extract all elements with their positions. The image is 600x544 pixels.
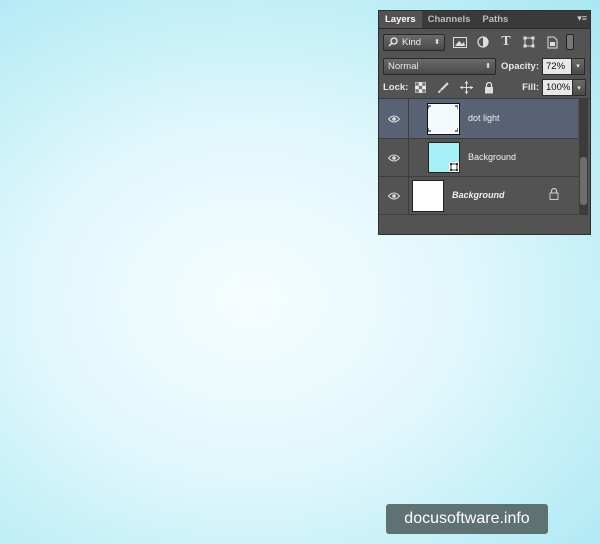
lock-transparent-pixels-icon[interactable] — [413, 81, 427, 95]
opacity-input[interactable]: 72% — [542, 57, 573, 75]
lock-image-pixels-icon[interactable] — [436, 81, 450, 95]
opacity-slider-button[interactable]: ▾ — [572, 57, 586, 75]
filter-row: Kind ⬍ T — [379, 29, 590, 55]
search-icon — [388, 37, 398, 47]
visibility-toggle[interactable] — [379, 139, 409, 176]
lock-row: Lock: Fill: 100% ▾ — [379, 77, 590, 99]
smart-object-badge-icon — [449, 162, 459, 172]
visibility-toggle[interactable] — [379, 99, 409, 138]
watermark: docusoftware.info — [386, 504, 548, 534]
blend-row: Normal ⬍ Opacity: 72% ▾ — [379, 55, 590, 77]
updown-arrow-icon: ⬍ — [485, 63, 491, 70]
layer-name: Background — [468, 152, 517, 162]
opacity-label: Opacity: — [501, 60, 540, 72]
type-filter-icon[interactable]: T — [498, 34, 514, 50]
lock-label: Lock: — [383, 82, 409, 93]
layers-scrollbar[interactable] — [579, 99, 588, 215]
fill-input[interactable]: 100% — [542, 79, 573, 96]
lock-position-icon[interactable] — [459, 81, 473, 95]
updown-arrow-icon: ⬍ — [434, 39, 440, 46]
layer-row[interactable]: Background — [379, 139, 578, 177]
lock-all-icon[interactable] — [482, 81, 496, 95]
fill-label: Fill: — [522, 82, 539, 93]
tab-layers[interactable]: Layers — [379, 11, 422, 28]
panel-menu-icon[interactable]: ▾≡ — [577, 13, 587, 24]
blend-mode-value: Normal — [388, 60, 419, 72]
blend-mode-select[interactable]: Normal ⬍ — [383, 57, 496, 75]
adjustment-filter-icon[interactable] — [475, 34, 491, 50]
scrollbar-thumb[interactable] — [580, 157, 587, 205]
image-filter-icon[interactable] — [452, 34, 468, 50]
shape-filter-icon[interactable] — [521, 34, 537, 50]
fill-slider-button[interactable]: ▾ — [573, 79, 586, 96]
filter-kind-label: Kind — [402, 36, 422, 48]
filter-toggle-switch[interactable] — [566, 34, 574, 50]
layer-thumbnail — [412, 180, 444, 212]
smart-object-filter-icon[interactable] — [544, 34, 560, 50]
layer-name: dot light — [468, 113, 500, 123]
layer-name: Background — [452, 190, 505, 200]
eye-icon — [387, 154, 400, 161]
tab-paths[interactable]: Paths — [476, 11, 514, 28]
panel-tabbar: Layers Channels Paths ▾≡ — [379, 11, 590, 29]
layer-row[interactable]: Background — [379, 177, 578, 215]
layer-thumbnail — [428, 142, 460, 173]
tab-channels[interactable]: Channels — [422, 11, 477, 28]
eye-icon — [387, 115, 400, 122]
filter-kind-select[interactable]: Kind ⬍ — [383, 33, 445, 51]
layer-thumbnail — [427, 103, 460, 135]
visibility-toggle[interactable] — [379, 177, 409, 214]
lock-icon — [549, 187, 559, 203]
eye-icon — [387, 192, 400, 199]
layer-row[interactable]: dot light — [379, 99, 578, 139]
layers-list: dot light Background Background — [379, 99, 590, 215]
layers-panel: Layers Channels Paths ▾≡ Kind ⬍ T Normal… — [378, 10, 591, 235]
